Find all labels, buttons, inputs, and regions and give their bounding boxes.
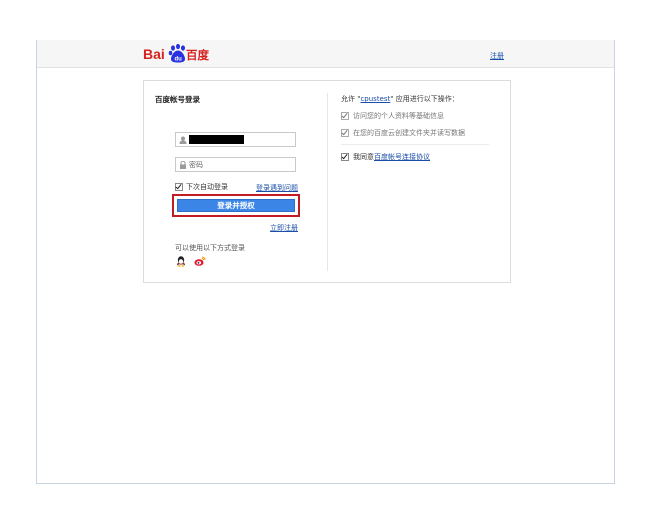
permission-checkbox <box>341 112 349 120</box>
auth-panel: 百度帐号登录 下次自动登录 登录遇到问题 登录并授权 立即注册 可以使用以下方式… <box>143 80 511 283</box>
remember-checkbox[interactable] <box>175 183 183 191</box>
submit-highlight: 登录并授权 <box>172 194 300 217</box>
permission-label: 在您的百度云创建文件夹并读写数据 <box>353 129 465 137</box>
remember-label: 下次自动登录 <box>186 183 228 191</box>
app-name-link[interactable]: cpustest <box>360 95 390 103</box>
authorize-prefix: 允许 " <box>341 95 361 103</box>
permission-item: 访问您的个人资料等基础信息 <box>341 111 444 121</box>
authorize-suffix: " 应用进行以下操作： <box>390 95 459 103</box>
remember-me[interactable]: 下次自动登录 <box>175 182 228 192</box>
alt-login-label: 可以使用以下方式登录 <box>175 244 245 252</box>
username-field[interactable] <box>175 132 296 147</box>
panel-divider <box>327 93 328 271</box>
svg-text:du: du <box>175 57 183 63</box>
password-input[interactable] <box>189 159 289 170</box>
authorize-heading: 允许 "cpustest" 应用进行以下操作： <box>341 94 459 104</box>
register-now-link[interactable]: 立即注册 <box>270 223 298 233</box>
weibo-icon[interactable] <box>194 255 206 267</box>
permission-item: 在您的百度云创建文件夹并读写数据 <box>341 128 465 138</box>
baidu-logo: Bai du 百度 <box>143 42 209 64</box>
login-title: 百度帐号登录 <box>155 95 200 104</box>
agree-prefix: 我同意 <box>353 153 374 161</box>
qq-icon[interactable] <box>175 255 187 267</box>
login-authorize-button[interactable]: 登录并授权 <box>177 199 295 212</box>
login-trouble-link[interactable]: 登录遇到问题 <box>256 183 298 193</box>
permission-checkbox <box>341 129 349 137</box>
svg-text:百度: 百度 <box>186 48 209 62</box>
username-redaction <box>189 135 244 144</box>
agreement-row[interactable]: 我同意百度帐号连接协议 <box>341 152 430 162</box>
header-bar: Bai du 百度 注册 <box>37 40 614 68</box>
register-link[interactable]: 注册 <box>490 51 504 61</box>
permission-separator <box>341 144 489 145</box>
browser-frame: Bai du 百度 注册 百度帐号登录 下次自动登录 登录遇到问题 登录并授权 … <box>36 40 615 484</box>
permission-label: 访问您的个人资料等基础信息 <box>353 112 444 120</box>
agreement-link[interactable]: 百度帐号连接协议 <box>374 153 430 161</box>
user-icon <box>179 136 187 144</box>
lock-icon <box>180 161 186 169</box>
password-field[interactable] <box>175 157 296 172</box>
agree-checkbox[interactable] <box>341 153 349 161</box>
svg-text:Bai: Bai <box>143 46 165 62</box>
